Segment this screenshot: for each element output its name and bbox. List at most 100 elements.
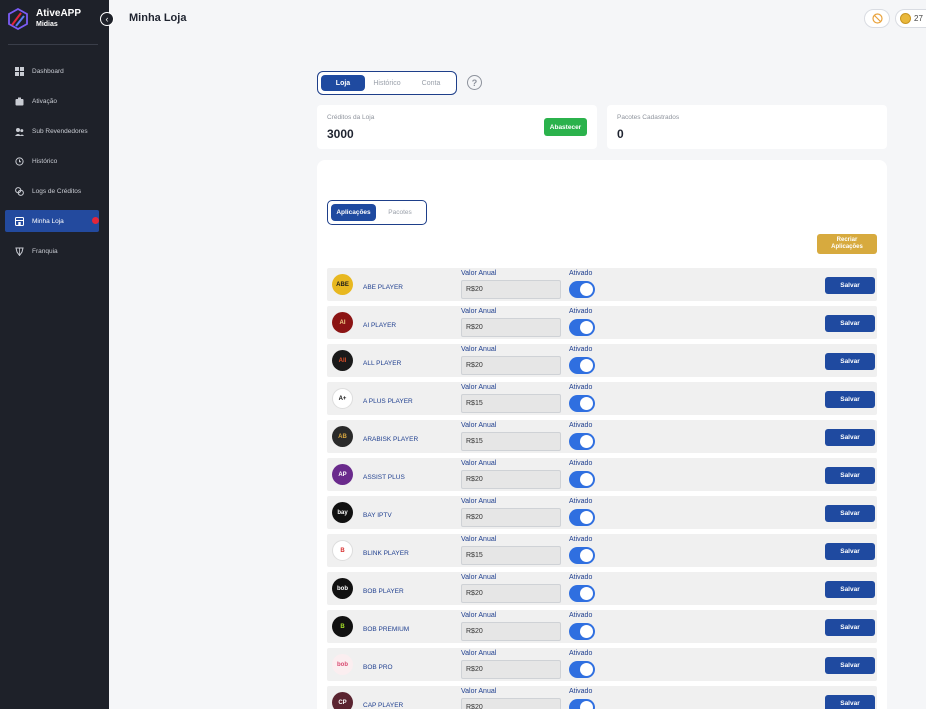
store-tabs: Loja Histórico Conta [317,71,457,95]
enabled-toggle[interactable] [569,357,595,374]
enabled-toggle[interactable] [569,509,595,526]
save-button[interactable]: Salvar [825,619,875,636]
notification-dot [92,217,99,224]
sidebar-item-label: Minha Loja [32,217,64,225]
save-button[interactable]: Salvar [825,315,875,332]
sidebar-item-minha-loja[interactable]: Minha Loja [5,210,99,232]
annual-price-input[interactable] [461,394,561,413]
enabled-toggle[interactable] [569,395,595,412]
save-button[interactable]: Salvar [825,277,875,294]
save-button[interactable]: Salvar [825,657,875,674]
app-logo-icon: AI [332,312,353,333]
brand[interactable]: AtiveAPP Midias [8,8,81,30]
enabled-toggle[interactable] [569,585,595,602]
sidebar-collapse-button[interactable]: ‹ [100,12,114,26]
app-logo-icon: CP [332,692,353,709]
annual-price-input[interactable] [461,546,561,565]
tab-historico[interactable]: Histórico [365,75,409,91]
app-logo-icon: ABE [332,274,353,295]
enabled-toggle[interactable] [569,699,595,709]
sidebar-item-label: Sub Revendedores [32,127,88,135]
toggle-knob [580,359,593,372]
enabled-toggle[interactable] [569,433,595,450]
sidebar-item-label: Dashboard [32,67,64,75]
save-button[interactable]: Salvar [825,353,875,370]
annual-price-input[interactable] [461,698,561,709]
enabled-toggle[interactable] [569,319,595,336]
enabled-toggle[interactable] [569,661,595,678]
enabled-label: Ativado [569,498,593,505]
price-label: Valor Anual [461,308,497,315]
enabled-toggle[interactable] [569,471,595,488]
history-icon [15,156,24,166]
app-row: AP ASSIST PLUS Valor Anual Ativado Salvar [327,458,877,491]
toggle-knob [580,283,593,296]
tab-conta[interactable]: Conta [409,75,453,91]
annual-price-input[interactable] [461,622,561,641]
price-label: Valor Anual [461,270,497,277]
price-label: Valor Anual [461,384,497,391]
price-label: Valor Anual [461,574,497,581]
sidebar-item-label: Logs de Créditos [32,187,82,195]
credits-balance-badge[interactable]: 27 [895,9,926,28]
refill-button[interactable]: Abastecer [544,118,587,136]
franchise-icon [15,247,24,256]
brand-logo-icon [8,8,28,30]
enabled-toggle[interactable] [569,547,595,564]
enabled-label: Ativado [569,384,593,391]
toggle-knob [580,397,593,410]
price-label: Valor Anual [461,460,497,467]
save-button[interactable]: Salvar [825,581,875,598]
annual-price-input[interactable] [461,432,561,451]
toggle-knob [580,435,593,448]
help-icon[interactable]: ? [467,75,482,90]
save-button[interactable]: Salvar [825,695,875,709]
enabled-toggle[interactable] [569,281,595,298]
page-title: Minha Loja [129,12,187,24]
app-name: CAP PLAYER [363,702,404,709]
sidebar-item-franquia[interactable]: Franquia [0,240,109,262]
tab-aplicacoes[interactable]: Aplicações [331,204,376,221]
sidebar-item-historico[interactable]: Histórico [0,150,109,172]
sidebar-item-dashboard[interactable]: Dashboard [0,60,109,82]
app-logo-icon: All [332,350,353,371]
annual-price-input[interactable] [461,584,561,603]
app-logo-icon: bob [332,654,353,675]
app-logo-icon: AB [332,426,353,447]
sidebar-item-logs-de-creditos[interactable]: Logs de Créditos [0,180,109,202]
annual-price-input[interactable] [461,356,561,375]
enabled-label: Ativado [569,422,593,429]
annual-price-input[interactable] [461,280,561,299]
packages-value: 0 [617,127,624,141]
save-button[interactable]: Salvar [825,391,875,408]
app-logo-icon: B [332,540,353,561]
sidebar-item-label: Histórico [32,157,58,165]
sidebar-item-sub-revendedores[interactable]: Sub Revendedores [0,120,109,142]
enabled-label: Ativado [569,650,593,657]
app-name: BOB PREMIUM [363,626,410,633]
toggle-knob [580,625,593,638]
tab-loja[interactable]: Loja [321,75,365,91]
annual-price-input[interactable] [461,470,561,489]
annual-price-input[interactable] [461,508,561,527]
notifications-button[interactable] [864,9,890,28]
save-button[interactable]: Salvar [825,543,875,560]
price-label: Valor Anual [461,346,497,353]
save-button[interactable]: Salvar [825,429,875,446]
enabled-toggle[interactable] [569,623,595,640]
enabled-label: Ativado [569,308,593,315]
brand-subtitle: Midias [36,21,58,28]
save-button[interactable]: Salvar [825,467,875,484]
recreate-apps-button[interactable]: Recriar Aplicações [817,234,877,254]
annual-price-input[interactable] [461,318,561,337]
toggle-knob [580,587,593,600]
tab-pacotes[interactable]: Pacotes [376,204,424,221]
sidebar-nav: Dashboard Ativação Sub Revendedores Hist… [0,60,109,270]
sidebar-item-ativacao[interactable]: Ativação [0,90,109,112]
enabled-label: Ativado [569,460,593,467]
app-logo-icon: bay [332,502,353,523]
annual-price-input[interactable] [461,660,561,679]
app-row: A+ A PLUS PLAYER Valor Anual Ativado Salvar [327,382,877,415]
app-row: AI AI PLAYER Valor Anual Ativado Salvar [327,306,877,339]
save-button[interactable]: Salvar [825,505,875,522]
